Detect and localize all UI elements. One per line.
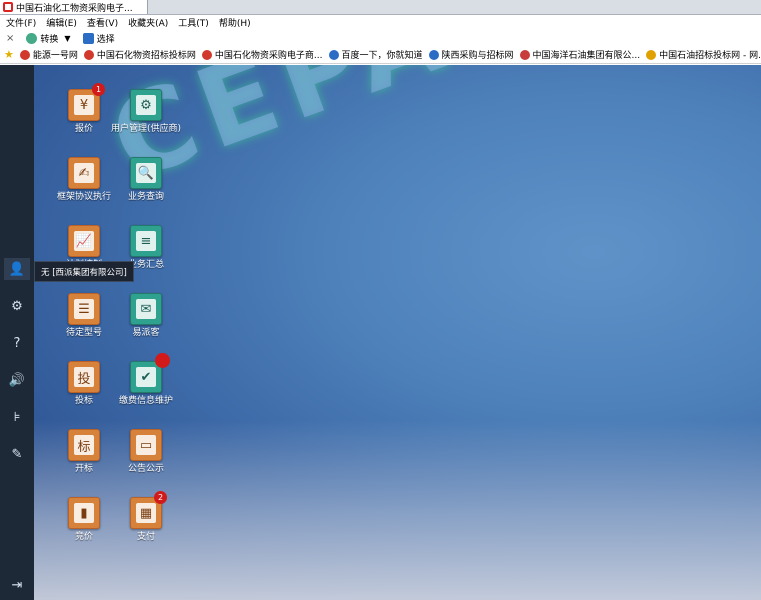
desktop-icon[interactable]: ▭ 公告公示: [110, 429, 182, 474]
app-glyph-icon: ✍: [78, 165, 90, 181]
app-icon: ✍: [68, 157, 100, 189]
app-glyph-icon: ⚙: [140, 97, 152, 113]
convert-label: 转换: [40, 34, 59, 45]
bookmark-favicon-icon: [19, 49, 30, 60]
desktop-icon[interactable]: 🔍 业务查询: [110, 157, 182, 202]
menu-favorites[interactable]: 收藏夹(A): [128, 16, 168, 29]
bookmark-favicon-icon: [201, 49, 212, 60]
bookmark-favicon-icon: [328, 49, 339, 60]
notification-badge: 1: [92, 83, 105, 96]
menu-file[interactable]: 文件(F): [6, 16, 36, 29]
app-glyph-icon: 📈: [75, 233, 93, 249]
notification-badge: 2: [154, 491, 167, 504]
close-icon[interactable]: ×: [6, 33, 14, 44]
desktop-icon-label: 业务查询: [127, 192, 164, 202]
bookmark-item[interactable]: 中国石化物资采购电子商...: [201, 48, 323, 61]
bookmark-item[interactable]: 中国石化物资招标投标网: [83, 48, 196, 61]
app-glyph-icon: ☰: [78, 301, 90, 317]
favorites-star-icon[interactable]: ★: [4, 48, 14, 61]
app-desktop: CEPAI 👤 ⚙? 🔊 ⊧ ✎ ⇥ 无 [西派集团有限公司] ¥1 报价 ⚙ 用户管理(供应商…: [0, 65, 761, 600]
convert-icon: [26, 32, 38, 44]
left-sidebar: 👤 ⚙? 🔊 ⊧ ✎ ⇥: [0, 65, 34, 600]
app-icon: ✉: [130, 293, 162, 325]
bookmark-label: 陕西采购与招标网: [441, 51, 514, 61]
chevron-down-icon[interactable]: ▼: [64, 34, 70, 43]
app-icon: ⚙: [130, 89, 162, 121]
app-glyph-icon: ▭: [139, 437, 153, 453]
desktop-icon-label: 易派客: [132, 328, 160, 338]
bookmark-label: 中国海洋石油集团有限公...: [532, 51, 641, 61]
app-icon: ▭: [130, 429, 162, 461]
app-glyph-icon: ✉: [140, 301, 152, 317]
filter-icon[interactable]: ⊧: [9, 409, 25, 425]
app-glyph-icon: 🔍: [137, 165, 155, 181]
logout-icon[interactable]: ⇥: [9, 577, 25, 593]
app-icon: ≡: [130, 225, 162, 257]
help-icon[interactable]: ?: [9, 335, 25, 351]
desktop-icon-label: 公告公示: [127, 464, 164, 474]
menu-tools[interactable]: 工具(T): [178, 16, 209, 29]
app-glyph-icon: ≡: [140, 233, 152, 249]
user-tooltip: 无 [西派集团有限公司]: [34, 261, 134, 282]
favorites-bar: ★ 能源一号网 中国石化物资招标投标网 中国石化物资采购电子商... 百度一下，…: [0, 46, 761, 64]
bookmark-item[interactable]: 中国石油招标投标网 - 网...: [646, 48, 761, 61]
select-label: 选择: [96, 34, 115, 45]
tab-strip: 中国石油化工物资采购电子...: [0, 0, 761, 15]
app-glyph-icon: 标: [77, 439, 91, 455]
bookmark-label: 百度一下，你就知道: [341, 51, 423, 61]
desktop-icon[interactable]: ✉ 易派客: [110, 293, 182, 338]
speaker-icon[interactable]: 🔊: [9, 372, 25, 388]
app-icon: 投: [68, 361, 100, 393]
app-glyph-icon: ▮: [80, 505, 88, 521]
bookmark-favicon-icon: [646, 49, 657, 60]
bookmark-item[interactable]: 百度一下，你就知道: [328, 48, 423, 61]
notification-badge: [155, 353, 170, 368]
bookmark-item[interactable]: 能源一号网: [19, 48, 78, 61]
bookmark-favicon-icon: [519, 49, 530, 60]
app-icon: ☰: [68, 293, 100, 325]
app-icon: ✔: [130, 353, 170, 393]
menu-edit[interactable]: 编辑(E): [46, 16, 77, 29]
menu-help[interactable]: 帮助(H): [219, 16, 251, 29]
bookmark-label: 中国石油招标投标网 - 网...: [659, 51, 761, 61]
bookmark-label: 中国石化物资采购电子商...: [214, 51, 323, 61]
app-icon: 📈: [68, 225, 100, 257]
user-icon[interactable]: 👤: [4, 258, 30, 280]
app-icon: ▮: [68, 497, 100, 529]
bookmark-item[interactable]: 中国海洋石油集团有限公...: [519, 48, 641, 61]
command-bar: × 转换 ▼ 选择: [0, 30, 761, 46]
convert-button[interactable]: 转换 ▼: [26, 32, 71, 45]
bookmark-favicon-icon: [428, 49, 439, 60]
app-icon: 标: [68, 429, 100, 461]
select-button[interactable]: 选择: [82, 32, 115, 45]
app-icon: 🔍: [130, 157, 162, 189]
desktop-icon[interactable]: ✔ 缴费信息维护: [110, 353, 182, 406]
document-icon[interactable]: ✎: [9, 446, 25, 462]
bookmark-label: 能源一号网: [32, 51, 78, 61]
menu-view[interactable]: 查看(V): [87, 16, 118, 29]
desktop-icon[interactable]: ⚙ 用户管理(供应商): [110, 89, 182, 134]
gear-icon[interactable]: ⚙: [9, 298, 25, 314]
bookmark-favicon-icon: [83, 49, 94, 60]
browser-tab[interactable]: 中国石油化工物资采购电子...: [0, 0, 148, 14]
desktop-icon-label: 用户管理(供应商): [110, 124, 182, 134]
site-favicon-icon: [3, 2, 13, 12]
app-icon: ¥1: [68, 83, 105, 121]
desktop-icon[interactable]: ▦ 2 支付: [110, 491, 182, 542]
desktop-icon-label: 支付: [136, 532, 155, 542]
app-glyph-icon: 投: [77, 371, 91, 387]
desktop-icon-label: 缴费信息维护: [118, 396, 173, 406]
select-icon: [82, 32, 94, 44]
app-glyph-icon: ✔: [140, 369, 152, 385]
tab-title: 中国石油化工物资采购电子...: [16, 3, 133, 14]
bookmark-item[interactable]: 陕西采购与招标网: [428, 48, 514, 61]
app-icon: ▦ 2: [130, 491, 167, 529]
bookmark-label: 中国石化物资招标投标网: [96, 51, 196, 61]
menu-bar: 文件(F) 编辑(E) 查看(V) 收藏夹(A) 工具(T) 帮助(H): [0, 15, 761, 30]
